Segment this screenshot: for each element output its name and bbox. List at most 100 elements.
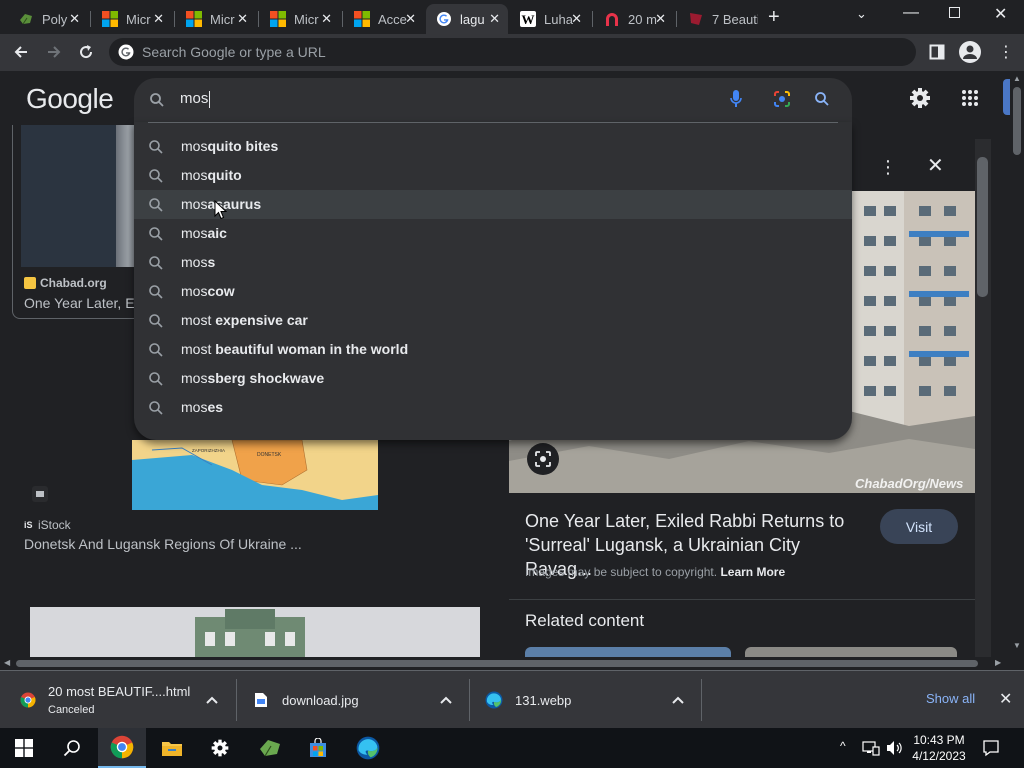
omnibox[interactable]: Search Google or type a URL [109, 38, 916, 66]
tab-microsoft-2[interactable]: Micr ✕ [176, 4, 256, 34]
close-window-button[interactable]: ✕ [994, 4, 1007, 24]
taskbar-chrome[interactable] [98, 728, 146, 768]
close-tab-icon[interactable]: ✕ [153, 11, 164, 27]
tab-polygon[interactable]: Poly ✕ [8, 4, 88, 34]
taskbar-file-explorer[interactable] [148, 728, 196, 768]
close-tab-icon[interactable]: ✕ [237, 11, 248, 27]
search-input[interactable]: mos [180, 90, 211, 108]
download-item-1[interactable]: 20 most BEAUTIF....html Canceled [0, 671, 236, 729]
scroll-up-arrow-icon[interactable]: ▲ [1013, 74, 1021, 83]
scroll-right-arrow-icon[interactable]: ▶ [995, 658, 1001, 667]
google-apps-grid-icon[interactable] [961, 89, 979, 107]
result-card-1[interactable]: Chabad.org One Year Later, E [12, 125, 147, 319]
chevron-up-icon[interactable] [206, 695, 218, 705]
suggestion-text: mosquito [181, 167, 242, 183]
more-options-icon[interactable]: ⋮ [879, 157, 897, 178]
taskbar-edge[interactable] [344, 728, 392, 768]
volume-icon[interactable] [886, 740, 904, 756]
microphone-icon[interactable] [729, 89, 743, 109]
suggestion-item[interactable]: mosquito [134, 161, 852, 190]
side-panel-icon[interactable] [929, 44, 945, 60]
tab-title: Micr [210, 11, 235, 27]
tab-wikipedia[interactable]: W Luha ✕ [510, 4, 590, 34]
show-all-downloads-link[interactable]: Show all [926, 691, 975, 706]
related-thumb-1[interactable] [525, 647, 731, 657]
profile-avatar[interactable] [959, 41, 981, 63]
suggestion-item[interactable]: moscow [134, 277, 852, 306]
tab-7-beautiful[interactable]: 7 Beauti [678, 4, 760, 34]
learn-more-link[interactable]: Learn More [720, 565, 785, 579]
suggestion-item[interactable]: mosasaurus [134, 190, 852, 219]
close-tab-icon[interactable]: ✕ [655, 11, 666, 27]
page-vertical-scrollbar[interactable]: ▲ ▼ [1010, 71, 1024, 657]
browser-toolbar: Search Google or type a URL ⋮ [0, 34, 1024, 71]
suggestion-item[interactable]: mosaic [134, 219, 852, 248]
suggestion-item[interactable]: mosquito bites [134, 132, 852, 161]
taskbar-search-button[interactable] [48, 728, 96, 768]
menu-kebab-icon[interactable]: ⋮ [998, 42, 1014, 62]
tab-search-chevron-icon[interactable]: ⌄ [856, 6, 867, 22]
panel-scrollbar[interactable] [975, 139, 991, 657]
page-horizontal-scrollbar[interactable]: ◀ ▶ [0, 657, 1010, 670]
windows-taskbar: ^ 10:43 PM 4/12/2023 [0, 728, 1024, 768]
minimize-button[interactable]: — [903, 4, 919, 22]
chevron-up-icon[interactable] [440, 695, 452, 705]
result-image-map[interactable]: DONETSK ZAPORIZHZHIA [132, 440, 378, 510]
suggestion-item[interactable]: moss [134, 248, 852, 277]
new-tab-button[interactable]: + [768, 6, 780, 29]
scroll-left-arrow-icon[interactable]: ◀ [4, 658, 10, 667]
panel-scrollbar-thumb[interactable] [977, 157, 988, 297]
close-tab-icon[interactable]: ✕ [489, 11, 500, 27]
system-clock[interactable]: 10:43 PM 4/12/2023 [906, 732, 972, 764]
scroll-down-arrow-icon[interactable]: ▼ [1013, 641, 1021, 650]
tab-google-active[interactable]: lagu ✕ [426, 4, 508, 34]
close-tab-icon[interactable]: ✕ [321, 11, 332, 27]
horizontal-scroll-thumb[interactable] [16, 660, 978, 667]
google-logo[interactable]: Google [26, 83, 114, 115]
result-caption-2: Donetsk And Lugansk Regions Of Ukraine .… [24, 536, 302, 552]
suggestion-item[interactable]: most beautiful woman in the world [134, 335, 852, 364]
tab-20-most[interactable]: 20 m ✕ [594, 4, 674, 34]
notification-center-icon[interactable] [982, 739, 1000, 757]
back-arrow-icon[interactable] [12, 43, 30, 61]
arch-logo-icon [606, 13, 618, 26]
close-tab-icon[interactable]: ✕ [405, 11, 416, 27]
taskbar-polygon-app[interactable] [246, 728, 294, 768]
network-icon[interactable] [862, 740, 880, 756]
search-submit-icon[interactable] [814, 91, 830, 107]
search-icon [149, 256, 163, 270]
tray-overflow-chevron-icon[interactable]: ^ [840, 739, 846, 753]
account-avatar-edge[interactable] [1003, 79, 1010, 115]
chevron-up-icon[interactable] [672, 695, 684, 705]
restore-button[interactable] [949, 7, 960, 18]
download-item-2[interactable]: download.jpg [237, 671, 470, 729]
folder-icon [162, 742, 182, 756]
page-scroll-thumb[interactable] [1013, 87, 1021, 155]
download-bar: 20 most BEAUTIF....html Canceled downloa… [0, 670, 1024, 728]
map-label-donetsk: DONETSK [257, 452, 282, 458]
reload-icon[interactable] [77, 43, 95, 61]
suggestion-item[interactable]: most expensive car [134, 306, 852, 335]
suggestion-item[interactable]: mossberg shockwave [134, 364, 852, 393]
taskbar-settings[interactable] [196, 728, 244, 768]
result-image-3[interactable] [30, 607, 480, 657]
tab-account[interactable]: Acce ✕ [344, 4, 424, 34]
visit-button[interactable]: Visit [880, 509, 958, 544]
google-lens-camera-icon[interactable] [772, 89, 792, 109]
settings-gear-icon[interactable] [908, 86, 932, 110]
lens-search-button[interactable] [527, 443, 559, 475]
close-download-bar-icon[interactable]: ✕ [999, 689, 1012, 709]
tab-microsoft-3[interactable]: Micr ✕ [260, 4, 340, 34]
search-box[interactable]: mos [134, 78, 852, 122]
taskbar-store[interactable] [294, 728, 342, 768]
microsoft-logo-icon [102, 11, 118, 27]
related-thumb-2[interactable] [745, 647, 957, 657]
suggestion-item[interactable]: moses [134, 393, 852, 422]
start-button[interactable] [0, 728, 48, 768]
download-item-3[interactable]: 131.webp [470, 671, 702, 729]
tab-microsoft-1[interactable]: Micr ✕ [92, 4, 172, 34]
forward-arrow-icon[interactable] [45, 43, 63, 61]
close-tab-icon[interactable]: ✕ [69, 11, 80, 27]
close-panel-icon[interactable]: ✕ [927, 153, 944, 178]
close-tab-icon[interactable]: ✕ [571, 11, 582, 27]
